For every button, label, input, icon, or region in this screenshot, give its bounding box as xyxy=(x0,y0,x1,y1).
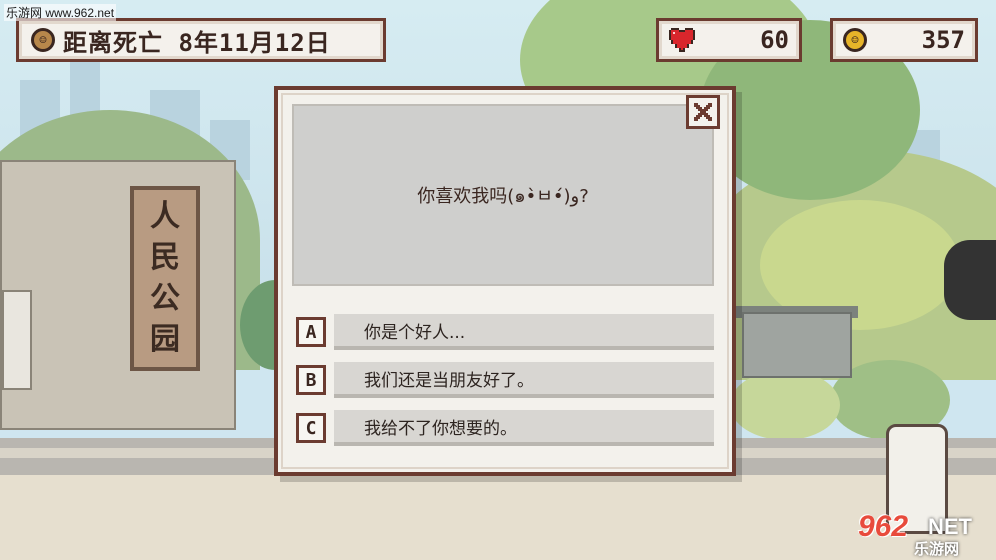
option-b-button[interactable]: B 我们还是当朋友好了。 xyxy=(292,360,714,400)
watermark-logo-cn: 乐游网 xyxy=(914,541,960,558)
coin-display: ☺ 357 xyxy=(830,18,978,62)
coin-value: 357 xyxy=(921,26,965,54)
option-letter: C xyxy=(296,413,326,443)
health-display: 60 xyxy=(656,18,802,62)
sign-char: 公 xyxy=(150,281,180,317)
death-countdown: ☺ 距离死亡 8年11月12日 xyxy=(16,18,386,62)
street-lamp xyxy=(944,240,996,320)
heart-icon xyxy=(669,28,695,52)
question-panel: 你喜欢我吗(๑•̀ㅂ•́)و? xyxy=(292,104,714,286)
close-button[interactable] xyxy=(686,95,720,129)
close-x-icon xyxy=(694,103,712,121)
watermark-text: 乐游网 www.962.net xyxy=(4,4,117,21)
option-c-button[interactable]: C 我给不了你想要的。 xyxy=(292,408,714,448)
brown-coin-face-icon: ☺ xyxy=(31,28,55,52)
park-gate-wall xyxy=(0,160,236,430)
gold-coin-icon: ☺ xyxy=(843,28,867,52)
watermark-logo-number: 962 xyxy=(858,510,909,543)
park-sign: 人 民 公 园 xyxy=(130,186,200,371)
health-value: 60 xyxy=(760,26,789,54)
sign-char: 民 xyxy=(150,239,180,275)
option-letter: B xyxy=(296,365,326,395)
option-a-button[interactable]: A 你是个好人... xyxy=(292,312,714,352)
bush xyxy=(730,370,840,440)
countdown-text: 距离死亡 8年11月12日 xyxy=(63,28,331,57)
watermark-logo-net: NET xyxy=(928,514,972,539)
question-dialog: 你喜欢我吗(๑•̀ㅂ•́)و? A 你是个好人... B 我们还是当朋友好了。 … xyxy=(274,86,736,476)
watermark-logo: 962 NET 乐游网 xyxy=(858,510,990,558)
option-text: 我们还是当朋友好了。 xyxy=(334,362,714,398)
shed xyxy=(742,312,852,378)
sidewalk xyxy=(0,475,996,560)
option-letter: A xyxy=(296,317,326,347)
option-text: 你是个好人... xyxy=(334,314,714,350)
option-text: 我给不了你想要的。 xyxy=(334,410,714,446)
sign-char: 人 xyxy=(150,198,180,234)
question-text: 你喜欢我吗(๑•̀ㅂ•́)و? xyxy=(417,185,589,207)
wall-panel xyxy=(2,290,32,390)
sign-char: 园 xyxy=(150,322,180,358)
